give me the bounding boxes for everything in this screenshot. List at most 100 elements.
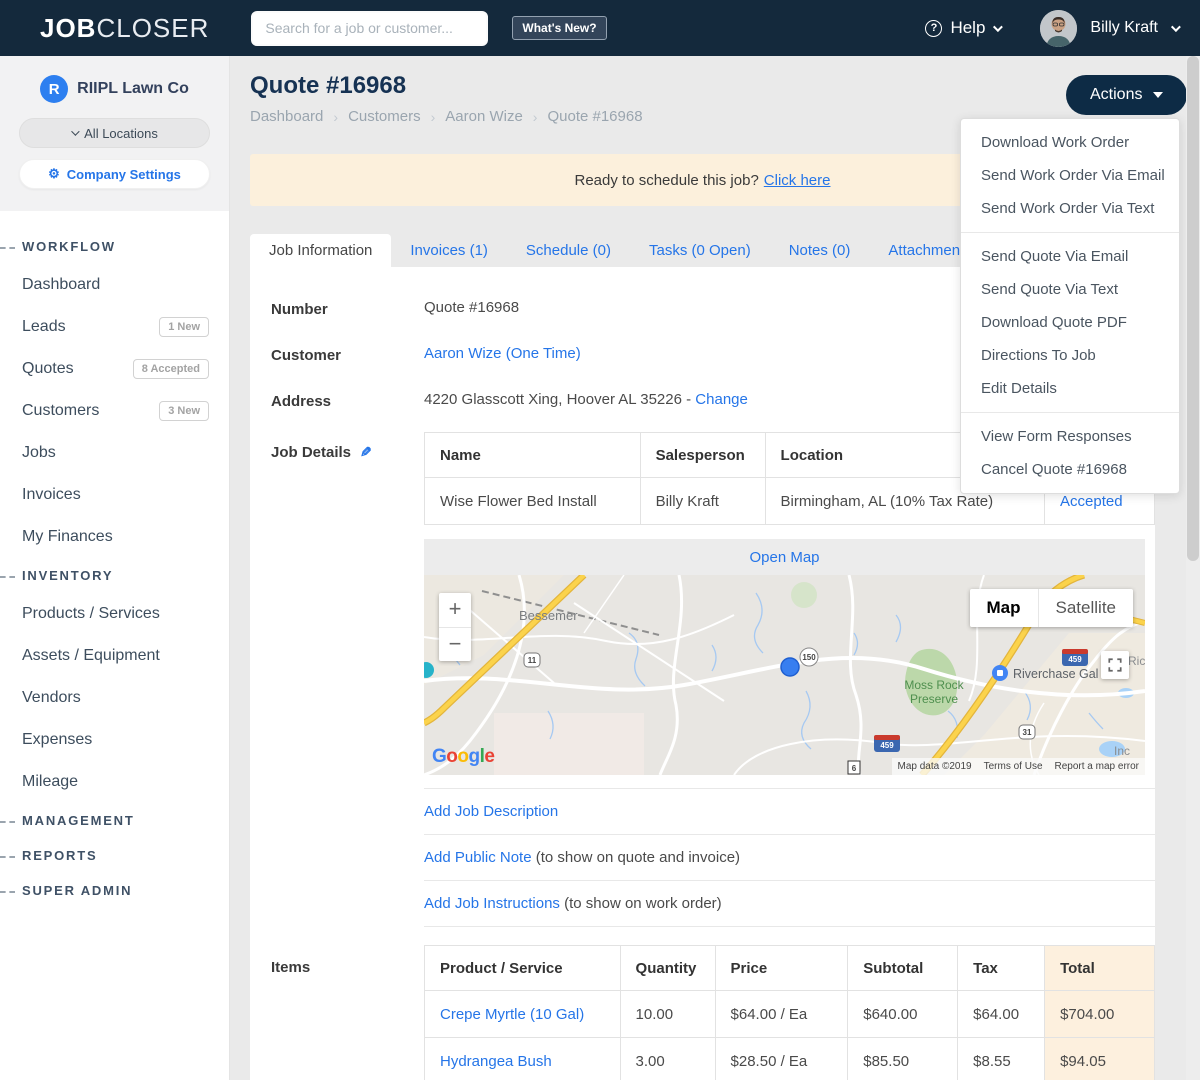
sidebar-item-mileage[interactable]: Mileage [0,761,229,803]
user-menu[interactable]: Billy Kraft [1040,9,1181,47]
scrollbar-thumb[interactable] [1187,56,1199,561]
breadcrumb-item-customers[interactable]: Customers [348,108,421,125]
tab-schedule-0[interactable]: Schedule (0) [507,234,630,267]
sidebar-section-management: MANAGEMENT [0,803,229,838]
svg-text:150: 150 [802,653,816,662]
sidebar-item-customers[interactable]: Customers 3 New [0,390,229,432]
menu-item-send-work-order-via-email[interactable]: Send Work Order Via Email [961,159,1179,192]
sidebar-badge: 1 New [159,317,209,337]
map-label-moss-rock: Moss Rock [904,678,964,692]
item-tax-cell: $64.00 [957,990,1046,1038]
company-settings-button[interactable]: ⚙ Company Settings [19,159,210,189]
open-map-link[interactable]: Open Map [749,549,819,566]
breadcrumb-item-dashboard[interactable]: Dashboard [250,108,323,125]
sidebar-section-workflow: WORKFLOW [0,229,229,264]
banner-click-here-link[interactable]: Click here [764,172,831,189]
company-row: R RIIPL Lawn Co [17,75,212,103]
whats-new-button[interactable]: What's New? [512,16,607,40]
items-label: Items [271,959,311,976]
tab-job-information[interactable]: Job Information [250,234,392,267]
tab-tasks-0-open[interactable]: Tasks (0 Open) [630,234,770,267]
menu-item-send-quote-via-email[interactable]: Send Quote Via Email [961,240,1179,273]
status-accepted-link[interactable]: Accepted [1060,493,1123,510]
edit-pencil-icon[interactable]: ✎ [360,444,372,461]
sidebar-company-block: R RIIPL Lawn Co All Locations ⚙ Company … [0,56,229,211]
terms-of-use-link[interactable]: Terms of Use [977,758,1049,775]
sidebar-item-dashboard[interactable]: Dashboard [0,264,229,306]
sidebar-item-my-finances[interactable]: My Finances [0,516,229,558]
item-row: Hydrangea Bush 3.00 $28.50 / Ea $85.50 $8.55… [424,1037,1155,1080]
map-type-satellite-button[interactable]: Satellite [1038,589,1133,627]
menu-item-directions-to-job[interactable]: Directions To Job [961,339,1179,372]
sidebar-section-reports: REPORTS [0,838,229,873]
sidebar-item-jobs[interactable]: Jobs [0,432,229,474]
sidebar-badge: 8 Accepted [132,359,209,379]
gear-icon: ⚙ [48,166,60,181]
address-value: 4220 Glasscott Xing, Hoover AL 35226 [424,391,682,408]
item-row: Crepe Myrtle (10 Gal) 10.00 $64.00 / Ea $64… [424,990,1155,1038]
i459-shield-2: 459 [1062,649,1088,666]
sidebar-item-invoices[interactable]: Invoices [0,474,229,516]
add-job-description-link[interactable]: Add Job Description [424,803,558,820]
locations-label: All Locations [84,125,158,141]
section-title: SUPER ADMIN [22,883,133,898]
help-label: Help [950,18,986,37]
add-public-note-link[interactable]: Add Public Note [424,849,532,866]
product-link-crepe-myrtle-10-gal[interactable]: Crepe Myrtle (10 Gal) [440,1006,584,1023]
google-logo-letter: o [457,746,469,767]
actions-button[interactable]: Actions [1066,75,1188,115]
google-logo-letter: o [446,746,458,767]
sidebar-item-label: Jobs [22,444,56,461]
sidebar-item-label: Products / Services [22,605,160,622]
sidebar-item-leads[interactable]: Leads 1 New [0,306,229,348]
sidebar-item-assets-equipment[interactable]: Assets / Equipment [0,635,229,677]
address-change-link[interactable]: Change [695,391,748,408]
user-name: Billy Kraft [1090,19,1158,36]
sidebar-item-expenses[interactable]: Expenses [0,719,229,761]
logo-light: CLOSER [96,12,210,43]
job-salesperson-cell: Billy Kraft [639,477,766,525]
menu-item-download-work-order[interactable]: Download Work Order [961,126,1179,159]
google-logo-letter: e [484,746,495,767]
help-menu[interactable]: ? Help [925,18,1004,38]
product-link-hydrangea-bush[interactable]: Hydrangea Bush [440,1053,552,1070]
route6-shield: 6 [847,760,861,775]
breadcrumb-separator: › [532,108,538,125]
tab-invoices-1[interactable]: Invoices (1) [391,234,507,267]
menu-item-send-quote-via-text[interactable]: Send Quote Via Text [961,273,1179,306]
sidebar-item-quotes[interactable]: Quotes 8 Accepted [0,348,229,390]
menu-item-view-form-responses[interactable]: View Form Responses [961,420,1179,453]
customer-link[interactable]: Aaron Wize (One Time) [424,345,581,362]
google-map[interactable]: Bessemer Moss Rock Preserve Riverchase G… [424,575,1145,775]
menu-item-send-work-order-via-text[interactable]: Send Work Order Via Text [961,192,1179,225]
zoom-in-button[interactable]: + [439,593,471,627]
us31-shield: 31 [1018,724,1036,740]
sidebar-item-label: Leads [22,318,66,335]
instructions-suffix: (to show on work order) [559,895,722,912]
locations-selector[interactable]: All Locations [19,118,210,148]
tab-notes-0[interactable]: Notes (0) [770,234,870,267]
search-input[interactable] [251,10,489,46]
page-scrollbar [1186,56,1200,1080]
section-title: MANAGEMENT [22,813,135,828]
map-type-map-button[interactable]: Map [969,589,1039,627]
google-logo[interactable]: Google [432,746,495,768]
item-product-cell: Hydrangea Bush [424,1037,621,1080]
add-job-instructions-link[interactable]: Add Job Instructions [424,895,560,912]
item-quantity-cell: 3.00 [619,1037,716,1080]
menu-item-edit-details[interactable]: Edit Details [961,372,1179,405]
chevron-down-icon [1170,21,1181,32]
public-note-suffix: (to show on quote and invoice) [531,849,741,866]
section-dash-icon [0,890,15,893]
menu-item-cancel-quote-16968[interactable]: Cancel Quote #16968 [961,453,1179,486]
app-logo[interactable]: JOBCLOSER [40,13,209,44]
sidebar-item-vendors[interactable]: Vendors [0,677,229,719]
breadcrumb-item-aaron-wize[interactable]: Aaron Wize [445,108,523,125]
zoom-out-button[interactable]: − [439,627,471,661]
fullscreen-button[interactable] [1101,651,1129,679]
company-name: RIIPL Lawn Co [77,80,189,97]
sidebar-item-products-services[interactable]: Products / Services [0,593,229,635]
menu-item-download-quote-pdf[interactable]: Download Quote PDF [961,306,1179,339]
report-map-error-link[interactable]: Report a map error [1048,758,1145,775]
main-area: Actions Download Work Order Send Work Ord… [230,56,1200,1080]
